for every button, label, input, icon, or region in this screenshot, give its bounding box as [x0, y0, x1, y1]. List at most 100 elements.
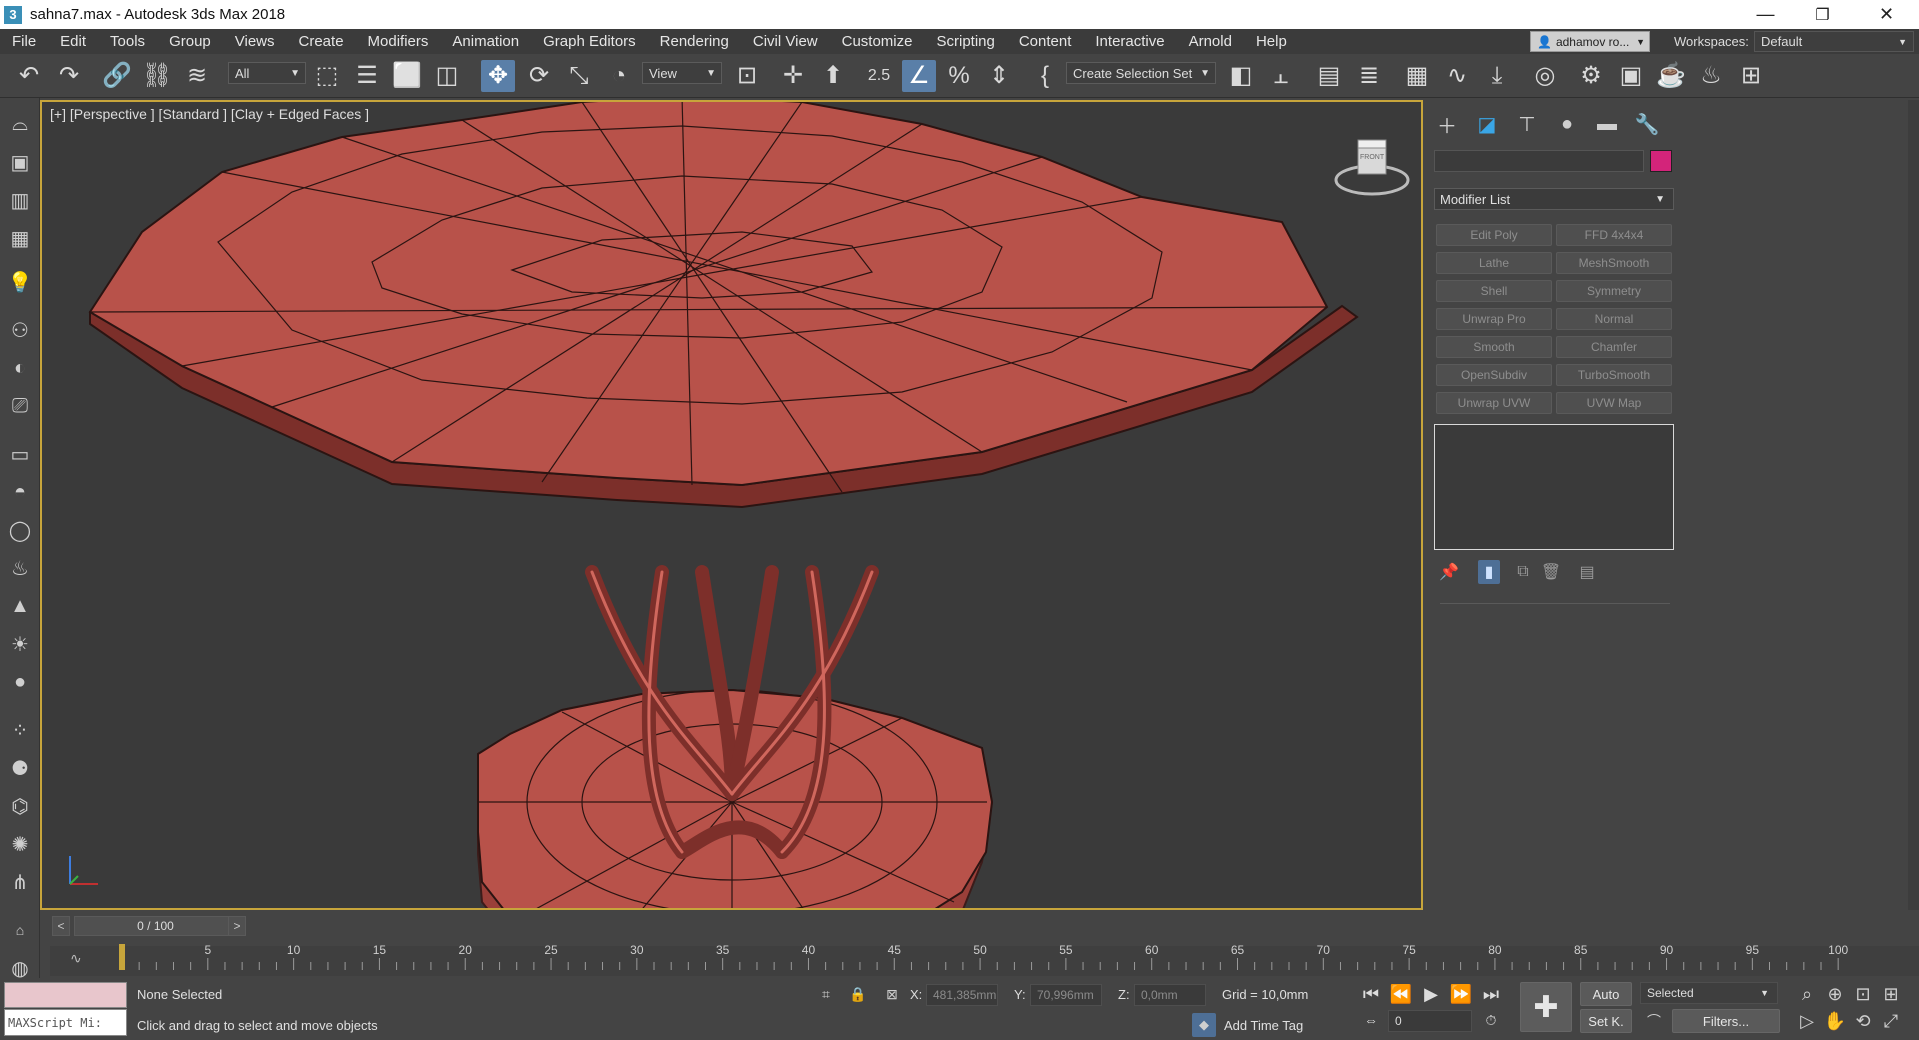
curve-editor-mini-icon[interactable]: ∿ — [70, 950, 82, 967]
teapot-icon[interactable]: ♨ — [6, 554, 34, 582]
named-selection-set-dropdown[interactable]: Create Selection Set ▼ — [1066, 62, 1216, 84]
y-coord-field[interactable]: 70,996mm — [1030, 984, 1102, 1006]
menu-interactive[interactable]: Interactive — [1083, 33, 1176, 50]
z-coord-field[interactable]: 0,0mm — [1134, 984, 1206, 1006]
zoom-all-icon[interactable]: ⊕ — [1823, 982, 1847, 1006]
object-color-swatch[interactable] — [1650, 150, 1672, 172]
sun-light-icon[interactable]: ☀ — [6, 630, 34, 658]
time-configuration-icon[interactable]: ⏱ — [1478, 1008, 1504, 1032]
close-button[interactable]: ✕ — [1858, 0, 1915, 29]
key-tangent-icon[interactable]: ⌒ — [1642, 1009, 1666, 1033]
table-model[interactable] — [42, 102, 1421, 908]
display-tab-icon[interactable]: ▬ — [1590, 110, 1624, 138]
image-icon[interactable]: ▣ — [6, 148, 34, 176]
bind-space-warp-icon[interactable]: ≋ — [180, 60, 214, 92]
undo-icon[interactable]: ↶ — [12, 60, 46, 92]
material-editor-icon[interactable]: ◎ — [1528, 60, 1562, 92]
maxscript-mini-listener[interactable]: MAXScript Mi: — [4, 1009, 127, 1036]
motion-tab-icon[interactable]: ● — [1550, 110, 1584, 138]
modifier-button[interactable]: TurboSmooth — [1556, 364, 1672, 386]
modifier-stack-list[interactable] — [1434, 424, 1674, 550]
key-filter-dropdown[interactable]: Selected ▼ — [1640, 982, 1778, 1004]
unlink-icon[interactable]: ⛓ — [140, 60, 174, 92]
next-frame-icon[interactable]: ⏩ — [1448, 982, 1474, 1006]
configure-modifier-sets-icon[interactable]: ▤ — [1576, 560, 1598, 584]
menu-animation[interactable]: Animation — [440, 33, 531, 50]
redo-icon[interactable]: ↷ — [52, 60, 86, 92]
previous-frame-icon[interactable]: ⏪ — [1388, 982, 1414, 1006]
create-tab-icon[interactable]: ＋ — [1430, 110, 1464, 138]
menu-help[interactable]: Help — [1244, 33, 1299, 50]
ribbon-toggle-icon[interactable]: ▦ — [1400, 60, 1434, 92]
time-slider-next-button[interactable]: > — [228, 916, 246, 936]
dynamics-icon[interactable]: ⚈ — [6, 754, 34, 782]
modifier-button[interactable]: Smooth — [1436, 336, 1552, 358]
set-key-big-button[interactable]: ✚ — [1520, 982, 1572, 1032]
rendered-frame-window-icon[interactable]: ▣ — [1614, 60, 1648, 92]
add-time-tag[interactable]: Add Time Tag — [1224, 1018, 1303, 1033]
time-slider[interactable]: 0 / 100 — [74, 916, 237, 936]
field-of-view-icon[interactable]: ▷ — [1795, 1009, 1819, 1033]
orbit-icon[interactable]: ⟲ — [1851, 1009, 1875, 1033]
menu-views[interactable]: Views — [223, 33, 287, 50]
modifier-button[interactable]: Lathe — [1436, 252, 1552, 274]
manipulate-icon[interactable]: ✛ — [776, 60, 810, 92]
maxscript-listener-output[interactable] — [4, 982, 127, 1008]
current-frame-field[interactable]: 0 — [1388, 1010, 1472, 1032]
modifier-button[interactable]: Shell — [1436, 280, 1552, 302]
pin-stack-icon[interactable]: 📌 — [1438, 560, 1460, 584]
hierarchy-tab-icon[interactable]: ⊤ — [1510, 110, 1544, 138]
current-frame-marker[interactable] — [119, 944, 125, 970]
render-production-icon[interactable]: ☕ — [1654, 60, 1688, 92]
select-place-icon[interactable]: ◔ — [602, 60, 636, 92]
modifier-button[interactable]: Edit Poly — [1436, 224, 1552, 246]
hair-icon[interactable]: ⋔ — [6, 868, 34, 896]
list-panel-icon[interactable]: ▥ — [6, 186, 34, 214]
set-key-button[interactable]: Set K. — [1580, 1009, 1632, 1033]
scene-converter-icon[interactable]: ⌬ — [6, 792, 34, 820]
modifier-button[interactable]: Unwrap Pro — [1436, 308, 1552, 330]
timeline-ruler[interactable]: 0510152025303540455055606570758085909510… — [118, 940, 1858, 972]
filters-button[interactable]: Filters... — [1672, 1009, 1780, 1033]
viewport-layout-icon[interactable]: ⌓ — [6, 110, 34, 138]
modifier-button[interactable]: OpenSubdiv — [1436, 364, 1552, 386]
utilities-tab-icon[interactable]: 🔧 — [1630, 110, 1664, 138]
absolute-mode-icon[interactable]: ⊠ — [880, 982, 904, 1006]
isolate-selection-icon[interactable]: ⌗ — [814, 982, 838, 1006]
snaps-toggle-icon[interactable]: 2.5 — [862, 60, 896, 92]
percent-snap-icon[interactable]: % — [942, 60, 976, 92]
edit-named-selection-icon[interactable]: { — [1028, 60, 1062, 92]
menu-content[interactable]: Content — [1007, 33, 1084, 50]
angle-snap-icon[interactable]: ∠ — [902, 60, 936, 92]
menu-scripting[interactable]: Scripting — [924, 33, 1006, 50]
menu-edit[interactable]: Edit — [48, 33, 98, 50]
lights-icon[interactable]: 💡 — [6, 268, 34, 296]
mirror-icon[interactable]: ◧ — [1224, 60, 1258, 92]
selection-filter-dropdown[interactable]: All ▼ — [228, 62, 306, 84]
user-account-dropdown[interactable]: 👤 adhamov ro... ▼ — [1530, 31, 1650, 52]
menu-tools[interactable]: Tools — [98, 33, 157, 50]
menu-create[interactable]: Create — [287, 33, 356, 50]
zoom-extents-icon[interactable]: ⊡ — [1851, 982, 1875, 1006]
modifier-button[interactable]: UVW Map — [1556, 392, 1672, 414]
select-rotate-icon[interactable]: ⟳ — [522, 60, 556, 92]
plane-primitive-icon[interactable]: ▭ — [6, 440, 34, 468]
table-top[interactable] — [88, 102, 1359, 509]
camera-icon[interactable]: ⚇ — [6, 316, 34, 344]
render-in-cloud-icon[interactable]: ⊞ — [1734, 60, 1768, 92]
modify-tab-icon[interactable]: ◪ — [1470, 110, 1504, 138]
modifier-button[interactable]: MeshSmooth — [1556, 252, 1672, 274]
menu-graph-editors[interactable]: Graph Editors — [531, 33, 648, 50]
torus-primitive-icon[interactable]: ◯ — [6, 516, 34, 544]
rect-selection-icon[interactable]: ⬜ — [390, 60, 424, 92]
pan-view-icon[interactable]: ✋ — [1823, 1009, 1847, 1033]
menu-rendering[interactable]: Rendering — [648, 33, 741, 50]
curve-editor-icon[interactable]: ∿ — [1440, 60, 1474, 92]
spinner-snap-icon[interactable]: ⇕ — [982, 60, 1016, 92]
render-activeshade-icon[interactable]: ♨ — [1694, 60, 1728, 92]
sphere-primitive-icon[interactable]: ● — [6, 668, 34, 696]
cone-primitive-icon[interactable]: ▲ — [6, 592, 34, 620]
grid-panel-icon[interactable]: ▦ — [6, 224, 34, 252]
make-unique-icon[interactable]: ⧉ — [1512, 560, 1534, 584]
keyboard-shortcut-override-icon[interactable]: ⬆ — [816, 60, 850, 92]
